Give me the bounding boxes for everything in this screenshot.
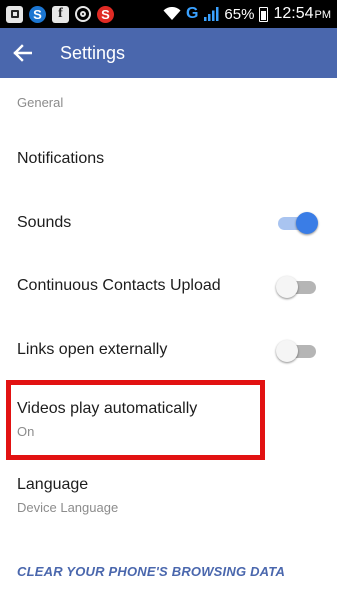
toggle-thumb <box>276 340 298 362</box>
setting-title: Sounds <box>17 214 72 231</box>
app-bar: Settings <box>0 28 337 78</box>
battery-percent: 65% <box>224 5 255 23</box>
signal-icon <box>204 7 219 21</box>
battery-icon <box>259 6 269 22</box>
setting-title: Continuous Contacts Upload <box>17 277 221 294</box>
setting-title: Language <box>17 476 89 493</box>
app-notification-icon: S <box>97 5 114 23</box>
status-bar: S f S G 65% 12:54PM <box>0 0 337 28</box>
setting-sounds[interactable]: Sounds <box>0 192 337 254</box>
setting-value: Device Language <box>17 500 119 515</box>
setting-title: Notifications <box>17 150 105 167</box>
toggle-thumb <box>296 212 318 234</box>
contacts-upload-toggle[interactable] <box>276 276 316 298</box>
setting-continuous-contacts-upload[interactable]: Continuous Contacts Upload <box>0 255 337 317</box>
highlight-box <box>6 380 265 460</box>
setting-notifications[interactable]: Notifications <box>0 130 337 190</box>
skype-notification-icon: S <box>29 5 46 23</box>
setting-language[interactable]: Language Device Language <box>0 462 337 532</box>
clock-ampm: PM <box>314 9 332 21</box>
toggle-thumb <box>276 276 298 298</box>
arrow-back-icon <box>13 44 32 62</box>
clock-time: 12:54 <box>273 5 314 22</box>
back-button[interactable] <box>12 28 52 78</box>
page-title: Settings <box>60 42 126 63</box>
links-externally-toggle[interactable] <box>276 340 316 362</box>
system-indicators: G 65% 12:54PM <box>163 5 337 23</box>
facebook-notification-icon: f <box>52 5 69 23</box>
network-type-label: G <box>185 5 199 22</box>
setting-title: Links open externally <box>17 341 168 358</box>
sounds-toggle[interactable] <box>276 212 318 234</box>
clear-browsing-data-button[interactable]: CLEAR YOUR PHONE'S BROWSING DATA <box>17 564 285 579</box>
clock: 12:54PM <box>273 5 331 23</box>
wifi-icon <box>163 7 181 20</box>
setting-links-open-externally[interactable]: Links open externally <box>0 318 337 380</box>
section-header-general: General <box>17 95 64 110</box>
notification-icons: S f S <box>0 5 114 23</box>
whatsapp-notification-icon <box>75 6 91 22</box>
screenshot-notification-icon <box>6 5 23 23</box>
